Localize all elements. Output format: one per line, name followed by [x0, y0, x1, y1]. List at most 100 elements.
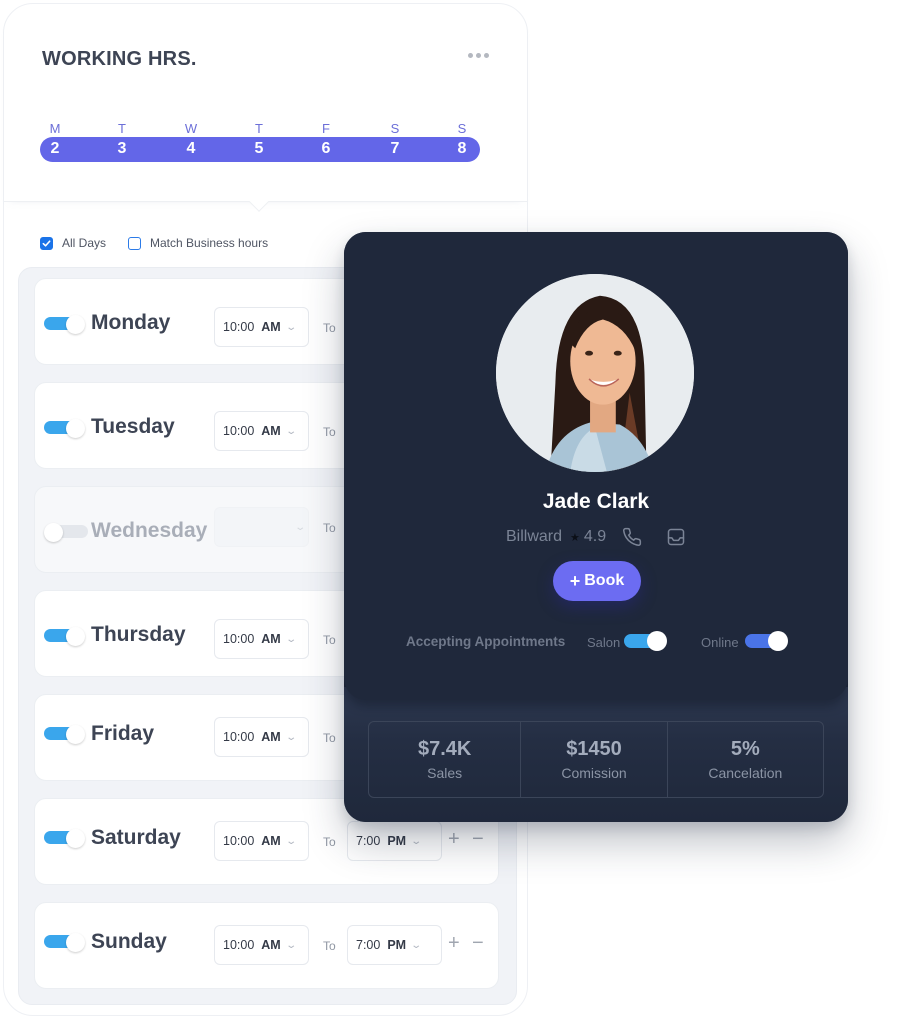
week-date[interactable]: 2	[40, 140, 70, 158]
book-button[interactable]: + Book	[553, 561, 641, 601]
online-toggle[interactable]	[745, 630, 789, 652]
week-date[interactable]: 6	[311, 140, 341, 158]
week-date[interactable]: 7	[380, 140, 410, 158]
chevron-down-icon: ⌄	[410, 939, 423, 951]
avatar	[496, 274, 694, 472]
remove-slot-button[interactable]: −	[472, 933, 484, 953]
week-date[interactable]: 8	[447, 140, 477, 158]
to-time-select[interactable]: 7:00 PM ⌄	[347, 821, 442, 861]
profile-card: Jade Clark Billward ★ 4.9 + Book Accepti…	[344, 232, 848, 822]
stat-value: $7.4K	[417, 738, 472, 760]
day-name: Monday	[91, 311, 171, 334]
checkbox-checked-icon	[40, 236, 53, 250]
day-toggle[interactable]	[44, 419, 86, 438]
day-name: Sunday	[91, 930, 167, 953]
day-name: Friday	[91, 722, 155, 745]
to-label: To	[323, 321, 336, 335]
chevron-down-icon: ⌄	[285, 835, 297, 847]
weekday-letter: S	[457, 121, 467, 136]
from-time-select[interactable]: 10:00 AM ⌄	[214, 619, 309, 659]
star-icon: ★	[570, 531, 580, 544]
chevron-down-icon: ⌄	[285, 939, 297, 951]
plus-icon: +	[569, 570, 581, 591]
day-toggle[interactable]	[44, 933, 86, 952]
day-toggle[interactable]	[44, 315, 86, 334]
to-label: To	[323, 521, 336, 535]
to-ampm: PM	[387, 938, 407, 952]
to-label: To	[323, 939, 336, 953]
checkbox-unchecked-icon	[128, 236, 142, 250]
from-time: 10:00	[223, 424, 255, 438]
match-business-hours-checkbox[interactable]: Match Business hours	[128, 236, 268, 250]
to-label: To	[323, 425, 336, 439]
stat-value: 5%	[730, 738, 760, 760]
day-name: Saturday	[91, 826, 181, 849]
options-row: All Days Match Business hours	[40, 236, 290, 250]
from-ampm: AM	[261, 730, 281, 744]
from-time: 10:00	[223, 320, 255, 334]
stats-row: $7.4K Sales $1450 Comission 5% Cancelati…	[368, 721, 824, 798]
header-caret	[249, 192, 269, 212]
profile-info: Jade Clark Billward ★ 4.9 + Book Accepti…	[344, 232, 848, 700]
from-ampm: AM	[261, 320, 281, 334]
from-ampm: AM	[261, 834, 281, 848]
from-ampm: AM	[261, 632, 281, 646]
from-time: 10:00	[223, 834, 255, 848]
week-date[interactable]: 4	[176, 140, 206, 158]
inbox-icon[interactable]	[666, 527, 686, 547]
remove-slot-button[interactable]: −	[472, 829, 484, 849]
to-time: 7:00	[356, 938, 381, 952]
working-hours-title: WORKING HRS.	[42, 48, 197, 70]
weekday-letter: W	[184, 121, 198, 136]
from-time: 10:00	[223, 730, 255, 744]
accepting-appointments-label: Accepting Appointments	[406, 634, 566, 649]
stat-label: Cancelation	[708, 765, 783, 781]
salon-label: Salon	[587, 635, 621, 650]
from-time-select[interactable]: ⌄	[214, 507, 309, 547]
phone-icon[interactable]	[622, 527, 642, 547]
avatar-photo	[496, 274, 694, 472]
more-horizontal-icon[interactable]	[468, 53, 489, 58]
add-slot-button[interactable]: +	[448, 829, 460, 849]
day-toggle[interactable]	[44, 725, 86, 744]
stat-sales: $7.4K Sales	[369, 722, 522, 797]
to-ampm: PM	[387, 834, 407, 848]
weekday-letter: F	[322, 121, 330, 136]
profile-location: Billward	[506, 528, 563, 545]
working-hours-header: WORKING HRS. M T W T F S S 2 3 4 5 6 7 8	[4, 4, 527, 212]
salon-toggle[interactable]	[624, 630, 668, 652]
day-toggle[interactable]	[44, 523, 88, 542]
from-time-select[interactable]: 10:00 AM ⌄	[214, 307, 309, 347]
weekday-letter: S	[390, 121, 400, 136]
match-business-hours-label: Match Business hours	[150, 236, 269, 250]
from-time-select[interactable]: 10:00 AM ⌄	[214, 717, 309, 757]
profile-meta: Billward ★ 4.9	[506, 527, 686, 547]
chevron-down-icon: ⌄	[285, 425, 297, 437]
day-toggle[interactable]	[44, 829, 86, 848]
to-time: 7:00	[356, 834, 381, 848]
accepting-appointments-row: Accepting Appointments Salon Online	[406, 630, 806, 654]
weekday-letter: T	[118, 121, 126, 136]
stat-label: Comission	[561, 765, 627, 781]
week-date[interactable]: 3	[107, 140, 137, 158]
weekday-letter: T	[255, 121, 263, 136]
to-label: To	[323, 633, 336, 647]
from-ampm: AM	[261, 938, 281, 952]
from-time-select[interactable]: 10:00 AM ⌄	[214, 821, 309, 861]
stat-label: Sales	[427, 765, 463, 781]
from-time-select[interactable]: 10:00 AM ⌄	[214, 411, 309, 451]
all-days-checkbox[interactable]: All Days	[40, 236, 106, 250]
weekday-letters: M T W T F S S	[40, 121, 480, 137]
to-time-select[interactable]: 7:00 PM ⌄	[347, 925, 442, 965]
week-date[interactable]: 5	[244, 140, 274, 158]
stat-value: $1450	[566, 738, 622, 760]
chevron-down-icon: ⌄	[294, 521, 307, 533]
chevron-down-icon: ⌄	[285, 321, 297, 333]
day-name: Tuesday	[91, 415, 175, 438]
from-time: 10:00	[223, 632, 255, 646]
add-slot-button[interactable]: +	[448, 933, 460, 953]
from-time-select[interactable]: 10:00 AM ⌄	[214, 925, 309, 965]
profile-rating: 4.9	[583, 528, 607, 545]
day-toggle[interactable]	[44, 627, 86, 646]
chevron-down-icon: ⌄	[285, 731, 297, 743]
